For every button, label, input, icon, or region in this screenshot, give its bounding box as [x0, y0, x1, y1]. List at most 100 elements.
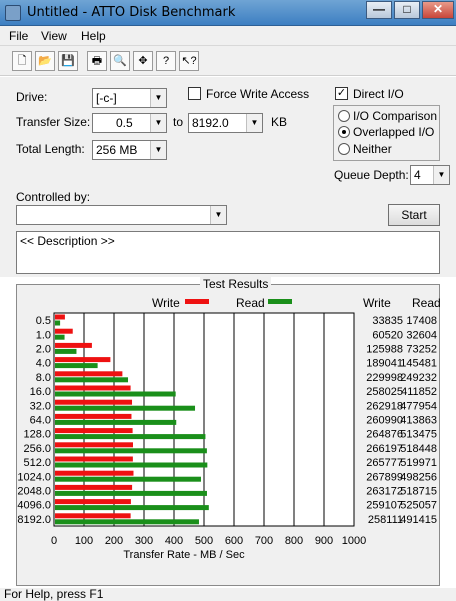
write-value: 263172 — [366, 486, 403, 498]
open-icon[interactable]: 📂 — [35, 51, 55, 71]
chevron-down-icon[interactable]: ▼ — [150, 114, 166, 132]
toolbar: 🗋 📂 💾 🖶 🔍 ✥ ? ↖? — [0, 46, 456, 76]
write-bar — [55, 371, 123, 377]
read-bar — [55, 377, 129, 383]
app-icon — [5, 5, 21, 21]
read-bar — [55, 363, 98, 369]
description-field[interactable]: << Description >> — [16, 231, 440, 274]
write-bar — [55, 413, 132, 419]
x-tick-label: 0 — [51, 535, 57, 547]
category-label: 2.0 — [36, 344, 51, 356]
help-icon[interactable]: ? — [156, 51, 176, 71]
category-label: 0.5 — [36, 315, 51, 327]
read-value: 519971 — [400, 457, 437, 469]
move-icon[interactable]: ✥ — [133, 51, 153, 71]
x-tick-label: 400 — [165, 535, 183, 547]
neither-radio[interactable] — [338, 143, 350, 155]
write-bar — [55, 470, 134, 476]
print-preview-icon[interactable]: 🔍 — [110, 51, 130, 71]
read-bar — [55, 462, 208, 468]
write-value: 229998 — [366, 372, 403, 384]
chevron-down-icon[interactable]: ▼ — [433, 166, 449, 184]
chevron-down-icon[interactable]: ▼ — [150, 141, 166, 159]
read-bar — [55, 405, 196, 411]
total-length-select[interactable]: 256 MB ▼ — [92, 140, 167, 160]
read-value: 17408 — [406, 315, 437, 327]
direct-io-label[interactable]: Direct I/O — [353, 87, 404, 101]
context-help-icon[interactable]: ↖? — [179, 51, 199, 71]
write-value: 265777 — [366, 457, 403, 469]
neither-label[interactable]: Neither — [353, 142, 392, 156]
read-value: 32604 — [406, 329, 437, 341]
menu-file[interactable]: File — [9, 29, 28, 43]
write-value: 260990 — [366, 415, 403, 427]
menu-help[interactable]: Help — [81, 29, 106, 43]
chevron-down-icon[interactable]: ▼ — [150, 89, 166, 107]
read-bar — [55, 519, 199, 525]
read-bar — [55, 434, 206, 440]
maximize-button[interactable]: □ — [394, 1, 420, 19]
minimize-button[interactable]: — — [366, 1, 392, 19]
category-label: 1024.0 — [17, 471, 51, 483]
save-icon[interactable]: 💾 — [58, 51, 78, 71]
print-icon[interactable]: 🖶 — [87, 51, 107, 71]
transfer-to-select[interactable]: 8192.0 ▼ — [188, 113, 263, 133]
x-tick-label: 600 — [225, 535, 243, 547]
controlled-by-select[interactable]: ▼ — [16, 205, 227, 225]
menu-view[interactable]: View — [41, 29, 67, 43]
category-label: 8.0 — [36, 372, 51, 384]
overlapped-io-radio[interactable] — [338, 126, 350, 138]
title-bar: Untitled - ATTO Disk Benchmark — □ ✕ — [0, 0, 456, 26]
read-bar — [55, 320, 61, 326]
x-tick-label: 700 — [255, 535, 273, 547]
category-label: 4.0 — [36, 358, 51, 370]
read-value: 477954 — [400, 400, 437, 412]
category-label: 1.0 — [36, 329, 51, 341]
read-value: 249232 — [400, 372, 437, 384]
write-value: 266197 — [366, 443, 403, 455]
total-length-label: Total Length: — [16, 142, 85, 156]
chevron-down-icon[interactable]: ▼ — [210, 206, 226, 224]
chevron-down-icon[interactable]: ▼ — [246, 114, 262, 132]
write-bar — [55, 328, 73, 334]
new-icon[interactable]: 🗋 — [12, 51, 32, 71]
write-value: 258111 — [368, 514, 403, 526]
write-bar — [55, 399, 133, 405]
force-write-checkbox[interactable] — [188, 87, 201, 100]
write-bar — [55, 499, 131, 505]
io-comparison-label[interactable]: I/O Comparison — [353, 109, 437, 123]
transfer-to-value: 8192.0 — [192, 116, 229, 130]
status-bar: For Help, press F1 — [0, 588, 456, 601]
read-bar — [55, 391, 176, 397]
queue-depth-select[interactable]: 4 ▼ — [410, 165, 450, 185]
total-length-value: 256 MB — [96, 143, 138, 157]
direct-io-checkbox[interactable]: ✓ — [335, 87, 348, 100]
io-comparison-radio[interactable] — [338, 110, 350, 122]
force-write-label[interactable]: Force Write Access — [206, 87, 309, 101]
read-value: 73252 — [406, 344, 437, 356]
overlapped-io-label[interactable]: Overlapped I/O — [353, 125, 434, 139]
write-value: 189041 — [366, 358, 403, 370]
category-label: 128.0 — [23, 429, 51, 441]
drive-select[interactable]: [-c-] ▼ — [92, 88, 167, 108]
x-tick-label: 800 — [285, 535, 303, 547]
close-button[interactable]: ✕ — [422, 1, 454, 19]
write-bar — [55, 314, 65, 320]
read-bar — [55, 348, 77, 354]
read-bar — [55, 448, 207, 454]
x-tick-label: 1000 — [342, 535, 366, 547]
x-tick-label: 200 — [105, 535, 123, 547]
window-title: Untitled - ATTO Disk Benchmark — [27, 5, 236, 20]
benchmark-chart: 0 100 200 300 400 500 600 700 800 900 1000 Transfer… — [17, 312, 437, 561]
write-bar — [55, 357, 111, 363]
write-bar — [55, 456, 133, 462]
category-label: 64.0 — [30, 415, 51, 427]
transfer-size-label: Transfer Size: — [16, 115, 91, 129]
read-value: 518448 — [400, 443, 437, 455]
read-value: 513475 — [400, 429, 437, 441]
write-value: 258025 — [366, 386, 403, 398]
read-bar — [55, 476, 201, 482]
start-button[interactable]: Start — [388, 204, 440, 226]
transfer-from-select[interactable]: 0.5 ▼ — [92, 113, 167, 133]
x-axis-title: Transfer Rate - MB / Sec — [123, 549, 245, 561]
